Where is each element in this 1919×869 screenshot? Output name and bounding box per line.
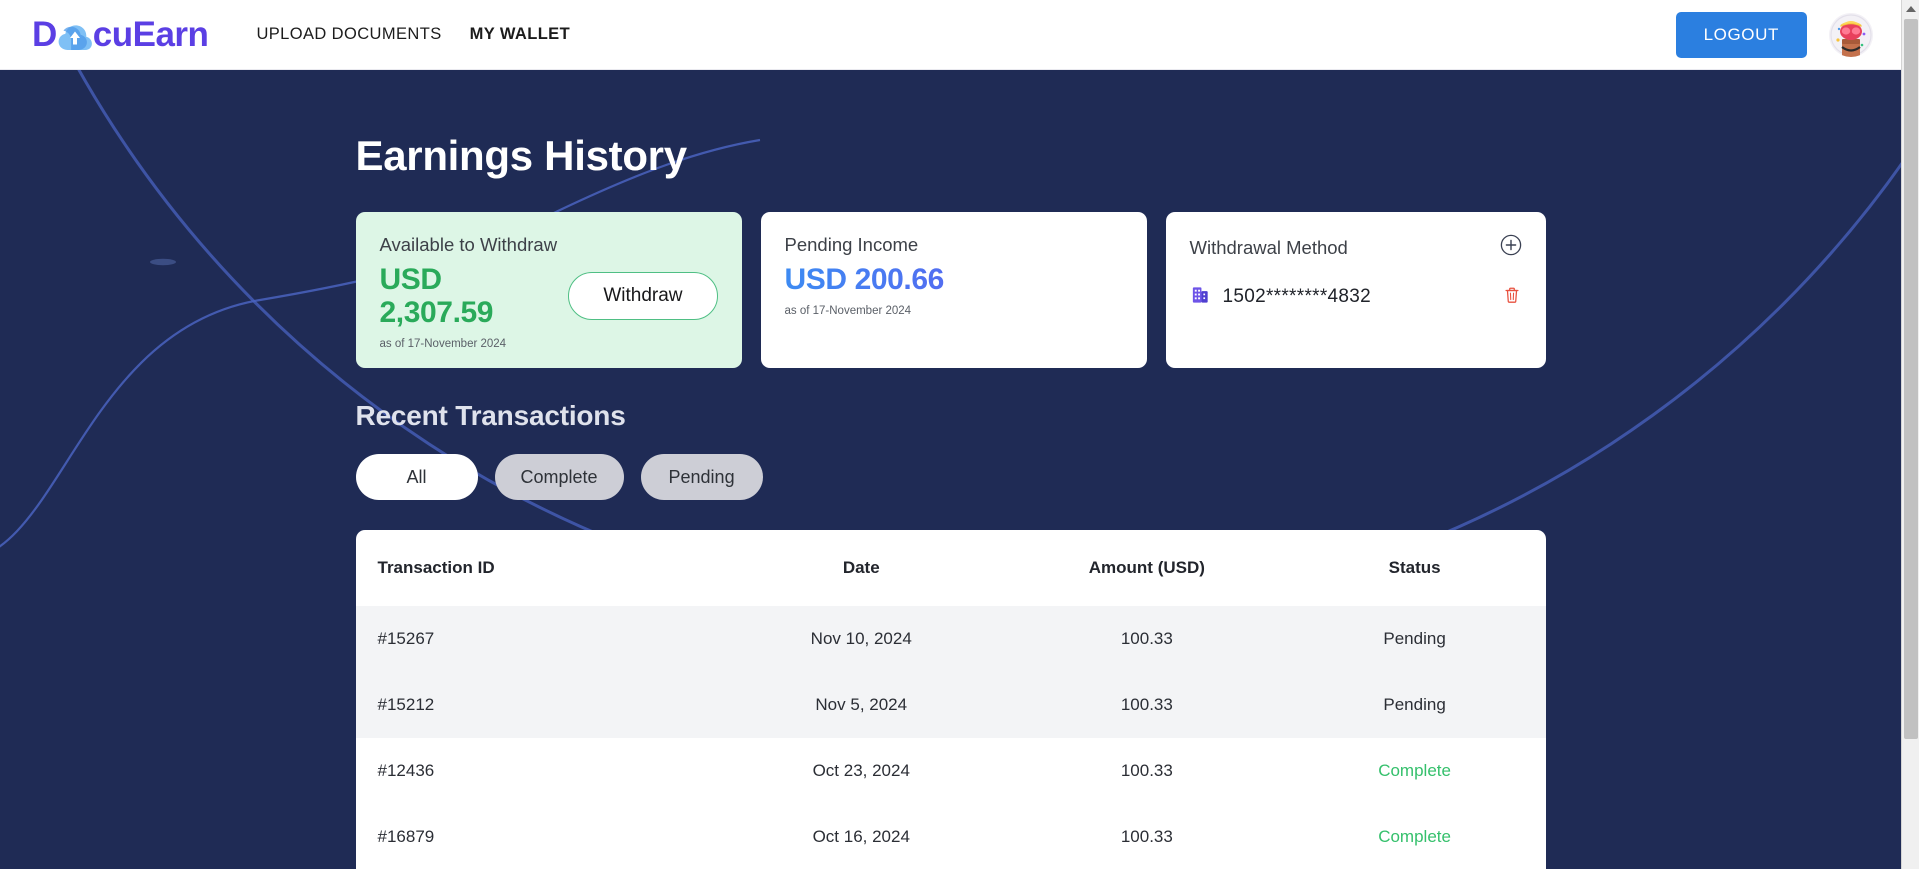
column-header-date: Date [842,558,880,577]
column-header-transaction-id: Transaction ID [377,558,495,577]
cell-status: Pending [1383,695,1446,714]
withdrawal-method-card: Withdrawal Method 1502********4832 [1165,212,1546,368]
top-bar-right-group: LOGOUT [1675,11,1901,58]
available-to-withdraw-card: Available to Withdraw USD 2,307.59 Withd… [355,212,742,368]
cell-amount: 100.33 [1120,761,1173,780]
page-title: Earnings History [355,132,688,179]
cell-status: Pending [1383,629,1446,648]
cell-status: Complete [1378,761,1451,780]
cell-transaction-id: #16879 [377,827,435,846]
column-header-status: Status [1388,558,1441,577]
cell-date: Oct 16, 2024 [812,827,910,846]
table-row[interactable]: #15267 Nov 10, 2024 100.33 Pending [355,606,1546,672]
table-header-row: Transaction ID Date Amount (USD) Status [356,530,1546,606]
cell-transaction-id: #12436 [377,761,435,780]
content-container: Earnings History Available to Withdraw U… [355,70,1546,869]
available-amount-row: USD 2,307.59 Withdraw [380,263,718,329]
available-card-label: Available to Withdraw [379,234,558,255]
withdraw-button[interactable]: Withdraw [568,272,718,320]
bank-building-icon [1190,284,1211,310]
table-body: #15267 Nov 10, 2024 100.33 Pending #15212 Nov… [355,606,1546,869]
cell-transaction-id: #15267 [377,629,435,648]
nav-link-upload-documents[interactable]: UPLOAD DOCUMENTS [256,25,441,44]
summary-cards: Available to Withdraw USD 2,307.59 Withd… [355,212,1546,368]
transaction-filters: All Complete Pending [355,454,1546,500]
table-row[interactable]: #15212 Nov 5, 2024 100.33 Pending [355,672,1546,738]
pending-card-label: Pending Income [784,234,919,255]
trash-icon[interactable] [1502,285,1522,310]
cell-transaction-id: #15212 [377,695,435,714]
transactions-table: Transaction ID Date Amount (USD) Status … [355,530,1546,869]
vertical-scrollbar[interactable] [1901,0,1919,869]
brand-logo[interactable]: D cuEarn [32,14,209,55]
filter-tab-complete[interactable]: Complete [494,454,624,500]
cloud-upload-icon [58,23,92,53]
logout-button[interactable]: LOGOUT [1675,11,1807,58]
withdrawal-method-label: Withdrawal Method [1189,236,1348,258]
cell-amount: 100.33 [1120,629,1173,648]
pending-income-card: Pending Income USD 200.66 as of 17-Novem… [760,212,1147,368]
plus-circle-icon[interactable] [1500,234,1522,261]
avatar[interactable] [1829,12,1873,57]
cell-date: Nov 5, 2024 [815,695,908,714]
scrollbar-thumb[interactable] [1904,19,1918,739]
cell-date: Nov 10, 2024 [810,629,912,648]
filter-tab-pending[interactable]: Pending [640,454,763,500]
scroll-up-arrow-icon[interactable] [1902,0,1919,18]
recent-transactions-title: Recent Transactions [355,400,626,431]
transactions-table-card: Transaction ID Date Amount (USD) Status … [355,530,1546,869]
main-nav: UPLOAD DOCUMENTS MY WALLET [256,25,570,44]
brand-logo-text-prefix: D [32,14,57,54]
top-navigation-bar: D cuEarn UPLOAD DOCUMENTS MY WALLET LOGO… [0,0,1901,70]
table-row[interactable]: #12436 Oct 23, 2024 100.33 Complete [356,738,1546,804]
cell-amount: 100.33 [1120,827,1173,846]
withdrawal-method-account-row: 1502********4832 [1190,284,1522,310]
column-header-amount: Amount (USD) [1088,558,1205,577]
filter-tab-all[interactable]: All [355,454,478,500]
cell-amount: 100.33 [1120,695,1173,714]
pending-as-of-date: as of 17-November 2024 [784,305,912,317]
recent-transactions-section: Recent Transactions All Complete Pending… [355,400,1546,869]
account-number: 1502********4832 [1222,286,1371,307]
cell-date: Oct 23, 2024 [812,761,910,780]
page-body: Earnings History Available to Withdraw U… [0,70,1901,869]
table-row[interactable]: #16879 Oct 16, 2024 100.33 Complete [356,804,1546,869]
cell-status: Complete [1378,827,1451,846]
available-amount: USD 2,307.59 [379,263,494,329]
nav-link-my-wallet[interactable]: MY WALLET [470,25,570,44]
pending-amount: USD 200.66 [785,263,1123,296]
table-header: Transaction ID Date Amount (USD) Status [356,530,1546,606]
account-group: 1502********4832 [1190,284,1372,310]
available-as-of-date: as of 17-November 2024 [379,338,507,350]
withdrawal-method-header: Withdrawal Method [1190,234,1522,261]
brand-logo-text-suffix: cuEarn [92,14,209,54]
